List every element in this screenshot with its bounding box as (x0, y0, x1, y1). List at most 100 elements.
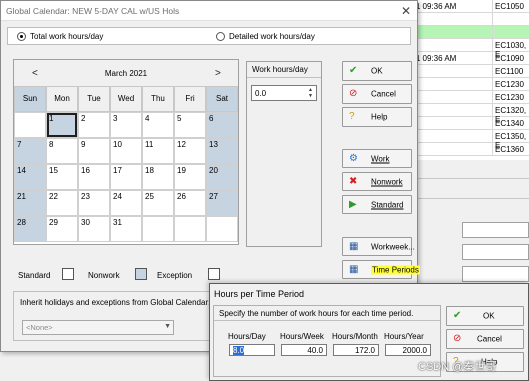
total-hours-label[interactable]: Total work hours/day (30, 32, 103, 41)
instruction-text: Specify the number of work hours for eac… (214, 306, 440, 321)
time-periods-button[interactable]: ▦ Time Periods (342, 260, 420, 279)
calendar-day[interactable]: 30 (78, 216, 110, 242)
calendar-day[interactable]: 12 (174, 138, 206, 164)
calendar-day[interactable]: 29 (46, 216, 78, 242)
work-button[interactable]: ⚙ Work (342, 149, 412, 168)
grid-row[interactable]: EC1350, E (400, 130, 529, 150)
next-month-button[interactable]: > (215, 68, 221, 79)
grid-row[interactable]: EC1340 (400, 117, 529, 130)
inherit-select-value: <None> (26, 323, 53, 332)
hours-month-input[interactable]: 172.0 (333, 344, 379, 356)
legend-exception-label: Exception (157, 271, 193, 280)
calendar-day[interactable]: 17 (110, 164, 142, 190)
calendar-day[interactable]: 22 (46, 190, 78, 216)
calendar-day[interactable]: 3 (110, 112, 142, 138)
calendar-grid: < March 2021 > Sun Mon Tue Wed Thu Fri Sat 1 2 3 4… (13, 59, 239, 245)
calendar-day[interactable]: 1 (46, 112, 78, 138)
spinner-icon[interactable]: ▲ ▼ (306, 87, 315, 99)
calendar-day[interactable]: 10 (110, 138, 142, 164)
grid-row-code: EC1050 (492, 0, 529, 12)
calendar-day[interactable]: 25 (142, 190, 174, 216)
grid-row[interactable]: EC1360 (400, 143, 529, 156)
calendar-day[interactable]: 4 (142, 112, 174, 138)
calendar-day[interactable]: 5 (174, 112, 206, 138)
nonwork-button[interactable]: ✖ Nonwork (342, 172, 412, 191)
grid-row[interactable]: EC1230 (400, 78, 529, 91)
grid-row[interactable]: EC1100 (400, 65, 529, 78)
grid-row-code: EC1030, E (492, 39, 529, 59)
calendar-day[interactable]: 31 (110, 216, 142, 242)
grid-row[interactable]: EC1320, E (400, 104, 529, 124)
hours-week-input[interactable]: 40.0 (281, 344, 327, 356)
checkmark-icon: ✔ (349, 65, 358, 76)
detailed-hours-label[interactable]: Detailed work hours/day (229, 32, 315, 41)
close-icon[interactable]: ✕ (401, 4, 411, 18)
calendar-day[interactable]: 23 (78, 190, 110, 216)
calendar-day[interactable]: 21 (14, 190, 46, 216)
hours-mode-bar: Total work hours/day Detailed work hours… (7, 27, 411, 45)
legend-standard-swatch (62, 268, 74, 280)
inherit-label: Inherit holidays and exceptions from Glo… (20, 298, 211, 307)
cancel-label: Cancel (371, 89, 396, 99)
help-button[interactable]: ? Help (342, 107, 412, 127)
dialog-cancel-button[interactable]: ⊘ Cancel (446, 329, 524, 349)
calendar-day[interactable]: 24 (110, 190, 142, 216)
work-hours-input[interactable]: 0.0 ▲ ▼ (251, 85, 317, 101)
divider (400, 178, 529, 179)
calendar-day[interactable]: 26 (174, 190, 206, 216)
grid-row[interactable]: EC1030, E (400, 39, 529, 59)
grid-row[interactable]: 11 09:36 AM EC1050 (400, 0, 529, 13)
play-icon: ▶ (349, 198, 357, 210)
calendar-day[interactable]: 19 (174, 164, 206, 190)
work-hours-header: Work hours/day (247, 62, 321, 78)
calendar-empty-cell (206, 216, 238, 242)
hours-week-value: 40.0 (307, 346, 323, 355)
background-input[interactable] (462, 222, 529, 238)
calendar-day[interactable]: 13 (206, 138, 238, 164)
calendar-day[interactable]: 9 (78, 138, 110, 164)
calendar-day[interactable]: 16 (78, 164, 110, 190)
background-input[interactable] (462, 244, 529, 260)
hours-day-input[interactable]: 8.0 (229, 344, 275, 356)
standard-label: Standard (371, 200, 404, 209)
calendar-empty-cell (14, 112, 46, 138)
calendar-day[interactable]: 2 (78, 112, 110, 138)
calendar-day[interactable]: 20 (206, 164, 238, 190)
title-bar: Global Calendar: NEW 5-DAY CAL w/US Hols… (1, 1, 417, 21)
work-hours-value: 0.0 (255, 89, 267, 98)
calendar-day[interactable]: 14 (14, 164, 46, 190)
calendar-day[interactable]: 18 (142, 164, 174, 190)
background-input[interactable] (462, 266, 529, 282)
calendar-day[interactable]: 11 (142, 138, 174, 164)
calendar-day[interactable]: 6 (206, 112, 238, 138)
inherit-calendar-select[interactable]: <None> ▼ (22, 320, 174, 335)
month-navigation: < March 2021 > (14, 60, 238, 86)
hours-year-input[interactable]: 2000.0 (385, 344, 431, 356)
cancel-button[interactable]: ⊘ Cancel (342, 84, 412, 104)
calendar-day[interactable]: 28 (14, 216, 46, 242)
calendar-day[interactable]: 8 (46, 138, 78, 164)
hours-year-value: 2000.0 (402, 346, 427, 355)
grid-row[interactable]: 11 09:36 AM EC1090 (400, 52, 529, 65)
hours-day-value: 8.0 (233, 346, 245, 355)
calendar-day[interactable]: 7 (14, 138, 46, 164)
grid-row[interactable] (400, 13, 529, 26)
grid-row-code: EC1320, E (492, 104, 529, 124)
grid-row[interactable]: EC1230 (400, 91, 529, 104)
hours-day-label: Hours/Day (228, 332, 266, 341)
help-icon: ? (349, 111, 355, 122)
grid-row-code: EC1360 (492, 143, 529, 155)
calendar-day[interactable]: 27 (206, 190, 238, 216)
total-hours-radio[interactable] (17, 32, 26, 41)
detailed-hours-radio[interactable] (216, 32, 225, 41)
day-header-sun: Sun (14, 86, 46, 112)
ok-button[interactable]: ✔ OK (342, 61, 412, 81)
calendar-day[interactable]: 15 (46, 164, 78, 190)
dialog-title-bar: Hours per Time Period (210, 284, 528, 304)
grid-row[interactable] (400, 26, 529, 39)
standard-button[interactable]: ▶ Standard (342, 195, 412, 214)
workweek-button[interactable]: ▦ Workweek... (342, 237, 415, 256)
grid-row-code: EC1100 (492, 65, 529, 77)
ok-label: OK (371, 66, 383, 76)
dialog-ok-button[interactable]: ✔ OK (446, 306, 524, 326)
